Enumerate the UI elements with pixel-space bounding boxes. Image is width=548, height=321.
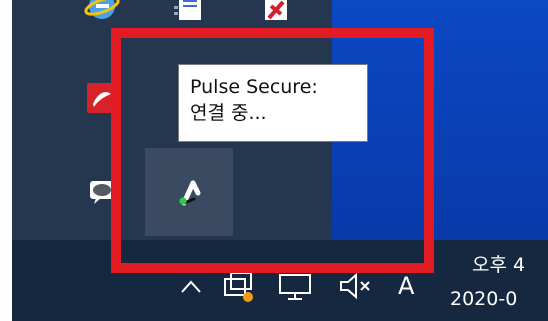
tooltip-status: 연결 중... [190, 102, 267, 124]
pulse-secure-tooltip: Pulse Secure: 연결 중... [178, 64, 368, 142]
clock-date: 2020-0 [450, 288, 518, 310]
clock-time: 오후 4 [472, 254, 526, 276]
taskbar-clock[interactable]: 오후 4 2020-0 [450, 248, 525, 316]
tooltip-title: Pulse Secure: [190, 76, 318, 98]
